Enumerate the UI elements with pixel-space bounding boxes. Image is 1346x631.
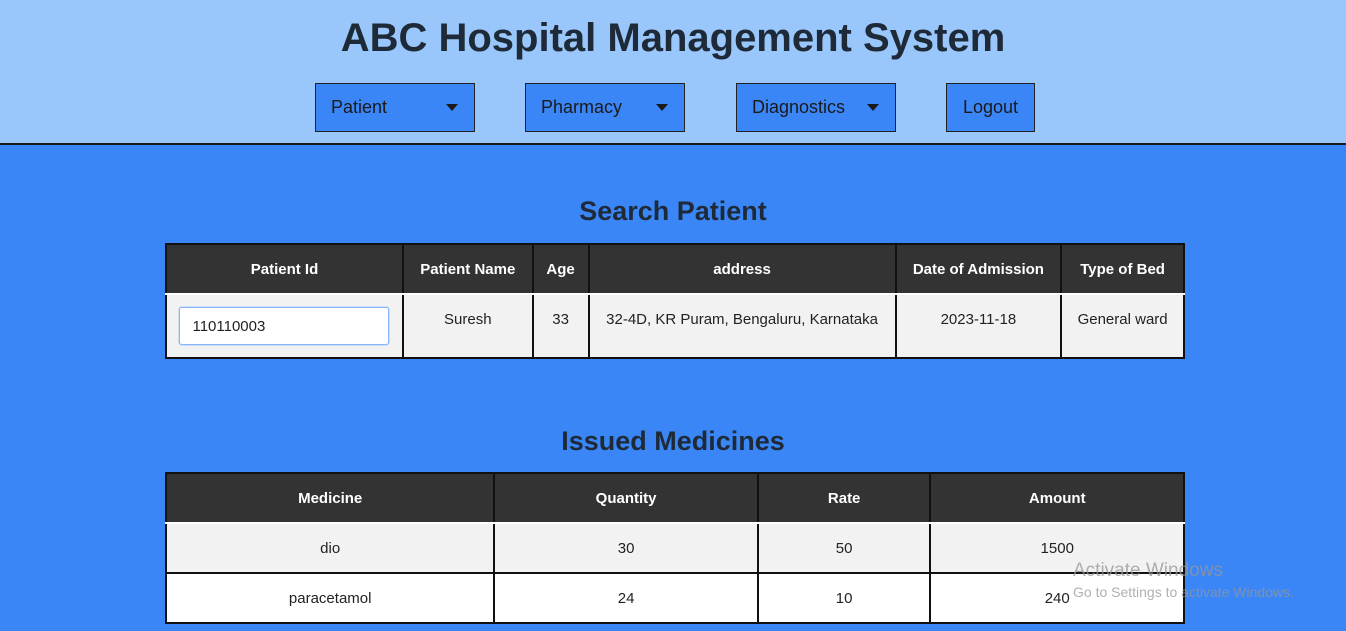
column-header: Patient Name bbox=[401, 243, 534, 295]
column-header: Rate bbox=[756, 472, 932, 524]
patient-dropdown[interactable]: Patient bbox=[315, 83, 475, 132]
bed-type-cell: General ward bbox=[1060, 293, 1185, 359]
activation-watermark-subtitle: Go to Settings to activate Windows. bbox=[1073, 584, 1294, 600]
pharmacy-dropdown[interactable]: Pharmacy bbox=[525, 83, 685, 132]
column-header: Type of Bed bbox=[1060, 243, 1185, 295]
logout-label: Logout bbox=[962, 97, 1019, 117]
diagnostics-dropdown-label: Diagnostics bbox=[752, 97, 846, 117]
quantity-cell: 30 bbox=[493, 522, 759, 574]
patient-name-cell: Suresh bbox=[401, 293, 534, 359]
header-bar: ABC Hospital Management System Patient P… bbox=[0, 0, 1346, 145]
medicines-table: Medicine Quantity Rate Amount dio 30 50 … bbox=[164, 472, 1185, 624]
column-header: Date of Admission bbox=[894, 243, 1063, 295]
patient-table-header: Patient Id Patient Name Age address Date… bbox=[165, 243, 1185, 295]
age-cell: 33 bbox=[531, 293, 590, 359]
column-header: Medicine bbox=[164, 472, 496, 524]
table-row: Suresh 33 32-4D, KR Puram, Bengaluru, Ka… bbox=[165, 293, 1185, 359]
caret-down-icon bbox=[867, 104, 879, 111]
diagnostics-dropdown[interactable]: Diagnostics bbox=[736, 83, 896, 132]
patient-id-cell bbox=[165, 293, 404, 359]
medicines-table-header: Medicine Quantity Rate Amount bbox=[164, 472, 1185, 524]
activation-watermark-title: Activate Windows bbox=[1073, 560, 1223, 581]
address-cell: 32-4D, KR Puram, Bengaluru, Karnataka bbox=[587, 293, 897, 359]
column-header: Patient Id bbox=[165, 243, 404, 295]
column-header: Quantity bbox=[493, 472, 759, 524]
quantity-cell: 24 bbox=[493, 572, 759, 624]
medicine-cell: dio bbox=[164, 522, 496, 574]
patient-dropdown-label: Patient bbox=[331, 97, 388, 117]
pharmacy-dropdown-label: Pharmacy bbox=[541, 97, 623, 117]
caret-down-icon bbox=[656, 104, 668, 111]
table-row: paracetamol 24 10 240 bbox=[164, 572, 1185, 624]
admission-date-cell: 2023-11-18 bbox=[894, 293, 1063, 359]
patient-table: Patient Id Patient Name Age address Date… bbox=[165, 243, 1185, 359]
issued-medicines-heading: Issued Medicines bbox=[561, 426, 785, 456]
patient-id-input[interactable] bbox=[179, 307, 390, 345]
column-header: Amount bbox=[929, 472, 1185, 524]
caret-down-icon bbox=[446, 104, 458, 111]
search-patient-heading: Search Patient bbox=[579, 196, 767, 226]
app-title: ABC Hospital Management System bbox=[340, 16, 1006, 60]
rate-cell: 10 bbox=[756, 572, 932, 624]
column-header: address bbox=[587, 243, 897, 295]
logout-button[interactable]: Logout bbox=[946, 83, 1035, 132]
rate-cell: 50 bbox=[756, 522, 932, 574]
medicine-cell: paracetamol bbox=[164, 572, 496, 624]
column-header: Age bbox=[531, 243, 590, 295]
table-row: dio 30 50 1500 bbox=[164, 522, 1185, 574]
